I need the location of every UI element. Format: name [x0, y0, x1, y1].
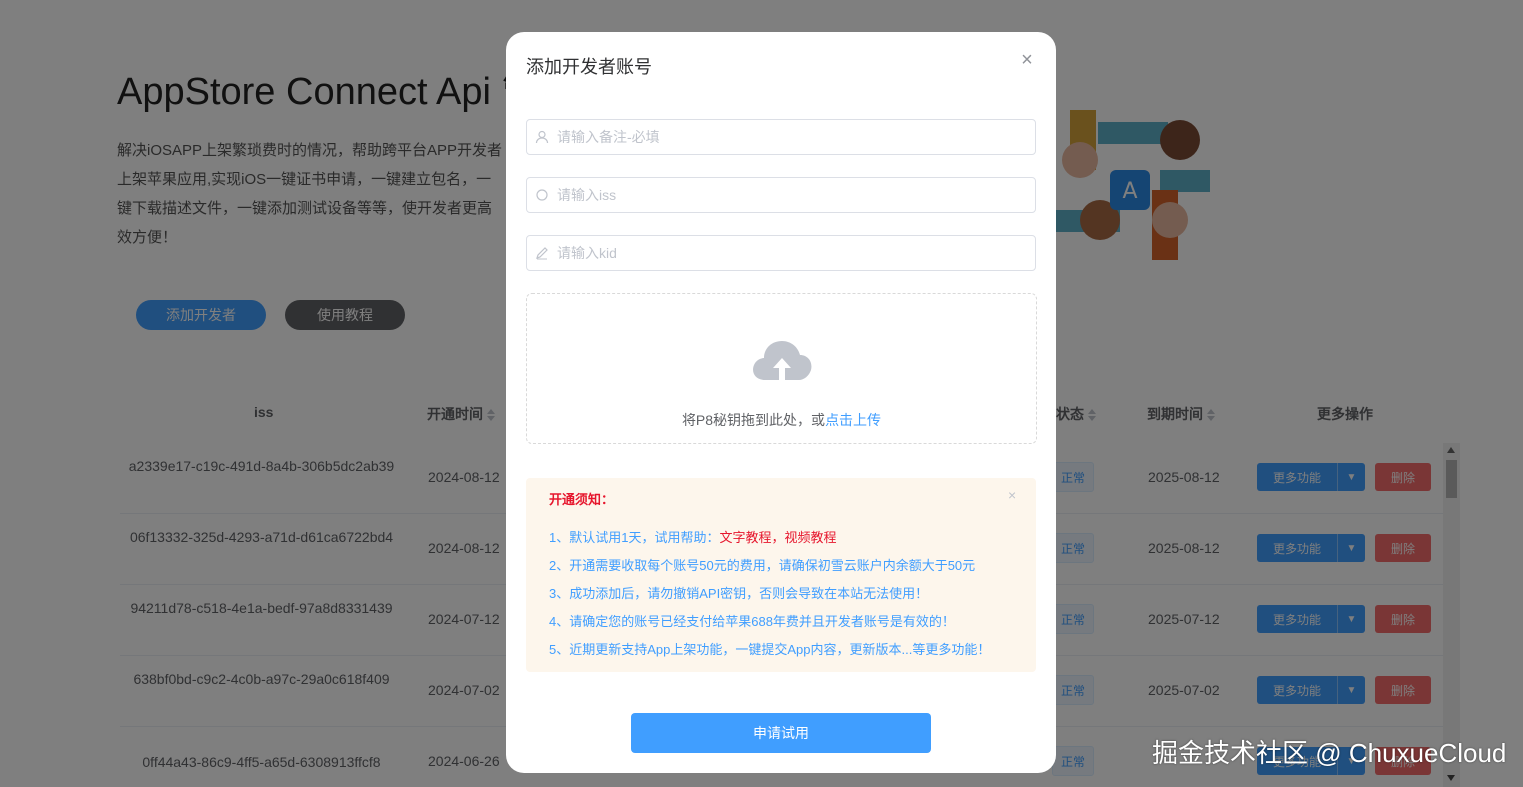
iss-input[interactable] [557, 178, 1035, 212]
close-icon[interactable]: × [1017, 50, 1037, 70]
kid-input[interactable] [557, 236, 1035, 270]
notice-item: 4、请确定您的账号已经支付给苹果688年费并且开发者账号是有效的！ [549, 614, 955, 629]
upload-cloud-icon [753, 341, 812, 380]
notice-list: 1、默认试用1天，试用帮助：文字教程，视频教程 2、开通需要收取每个账号50元的… [549, 524, 990, 664]
remark-input[interactable] [557, 120, 1035, 154]
apply-trial-button[interactable]: 申请试用 [631, 713, 931, 753]
add-developer-dialog: 添加开发者账号 × 将P8秘钥拖到此处，或点击上传 开通须知： × 1、默认试用… [506, 32, 1056, 773]
notice-title: 开通须知： [549, 492, 615, 507]
upload-hint: 将P8秘钥拖到此处，或点击上传 [681, 412, 882, 428]
loading-icon [527, 178, 557, 212]
notice-item: 3、成功添加后，请勿撤销API密钥，否则会导致在本站无法使用！ [549, 586, 929, 601]
text-tutorial-link[interactable]: 文字教程 [719, 530, 771, 545]
dialog-title: 添加开发者账号 [526, 57, 652, 77]
user-icon [527, 120, 557, 154]
kid-field[interactable] [526, 235, 1036, 271]
notice-item: 1、默认试用1天，试用帮助：文字教程，视频教程 [549, 530, 837, 545]
iss-field[interactable] [526, 177, 1036, 213]
notice-item: 5、近期更新支持App上架功能，一键提交App内容，更新版本...等更多功能！ [549, 642, 991, 657]
watermark: 掘金技术社区 @ ChuxueCloud [1152, 738, 1507, 768]
p8-upload-dropzone[interactable]: 将P8秘钥拖到此处，或点击上传 [526, 293, 1037, 444]
video-tutorial-link[interactable]: 视频教程 [785, 530, 837, 545]
click-upload-link[interactable]: 点击上传 [825, 412, 881, 428]
remark-field[interactable] [526, 119, 1036, 155]
notice-item: 2、开通需要收取每个账号50元的费用，请确保初雪云账户内余额大于50元 [549, 558, 976, 573]
close-icon[interactable]: × [1008, 487, 1016, 503]
edit-icon [527, 236, 557, 270]
notice-alert: 开通须知： × 1、默认试用1天，试用帮助：文字教程，视频教程 2、开通需要收取… [526, 478, 1036, 672]
